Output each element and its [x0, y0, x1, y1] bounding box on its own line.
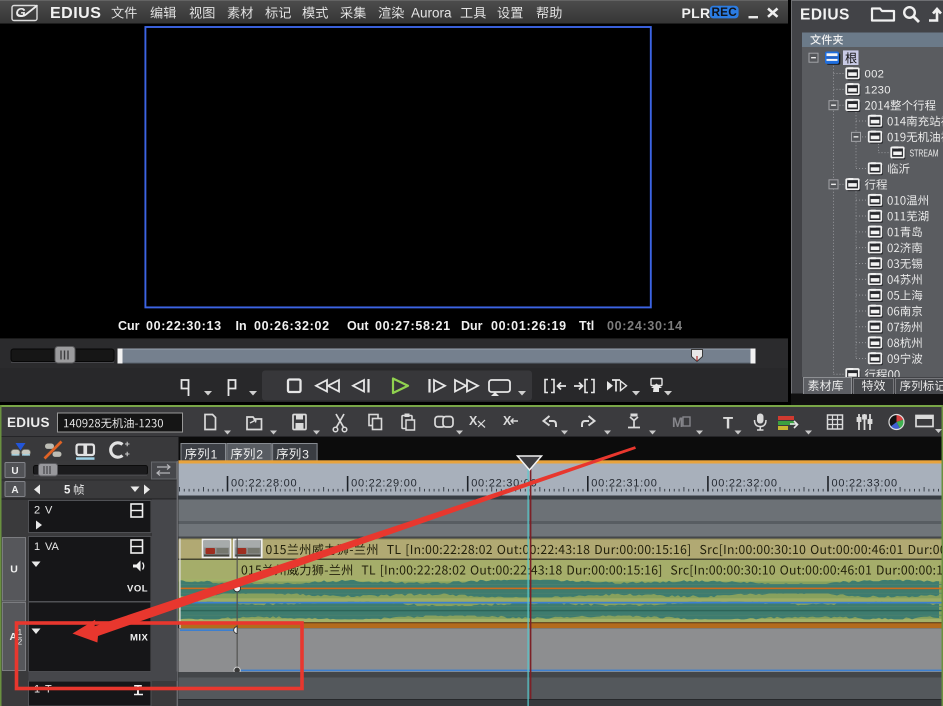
svg-text:00:22:32:00: 00:22:32:00 [711, 478, 777, 490]
svg-text:00:22:33:00: 00:22:33:00 [832, 478, 898, 490]
svg-text:00:22:30:13: 00:22:30:13 [146, 319, 222, 333]
svg-text:1: 1 [211, 447, 218, 461]
svg-text:Aurora: Aurora [411, 6, 452, 21]
svg-text:PLR: PLR [682, 5, 711, 21]
svg-text:In: In [236, 319, 247, 333]
svg-text:00:27:58:21: 00:27:58:21 [375, 319, 451, 333]
svg-text:M: M [672, 415, 683, 430]
svg-text:U: U [10, 564, 18, 576]
svg-text:00:01:26:19: 00:01:26:19 [491, 319, 567, 333]
svg-text:00:26:32:02: 00:26:32:02 [254, 319, 330, 333]
svg-text:X: X [469, 414, 478, 428]
svg-text:MIX: MIX [130, 633, 149, 644]
svg-text:VOL: VOL [127, 584, 148, 595]
svg-text:1: 1 [34, 541, 40, 553]
svg-text:Cur: Cur [118, 319, 140, 333]
svg-text:T: T [723, 415, 733, 433]
svg-text:00:22:28:00: 00:22:28:00 [231, 478, 297, 490]
svg-text:1230: 1230 [865, 85, 891, 97]
svg-text:Ttl: Ttl [579, 319, 594, 333]
svg-text:REC: REC [711, 5, 737, 19]
svg-text:VA: VA [45, 541, 60, 553]
svg-text:3: 3 [302, 447, 309, 461]
svg-text:STREAM: STREAM [910, 148, 939, 160]
svg-text:2: 2 [34, 505, 40, 517]
svg-text:00:22:29:00: 00:22:29:00 [351, 478, 417, 490]
svg-text:Out: Out [347, 319, 369, 333]
svg-text:V: V [45, 505, 53, 517]
svg-text:5: 5 [64, 485, 71, 497]
svg-text:A: A [11, 485, 18, 496]
svg-text:002: 002 [865, 69, 885, 81]
svg-text:EDIUS: EDIUS [7, 415, 50, 430]
svg-text:U: U [11, 466, 18, 477]
svg-text:00:24:30:14: 00:24:30:14 [607, 319, 683, 333]
svg-text:Dur: Dur [461, 319, 483, 333]
svg-text:EDIUS: EDIUS [800, 7, 850, 24]
svg-text:2: 2 [256, 447, 263, 461]
svg-text:00:22:31:00: 00:22:31:00 [591, 478, 657, 490]
svg-text:G: G [16, 5, 26, 20]
svg-text:EDIUS: EDIUS [50, 5, 101, 22]
